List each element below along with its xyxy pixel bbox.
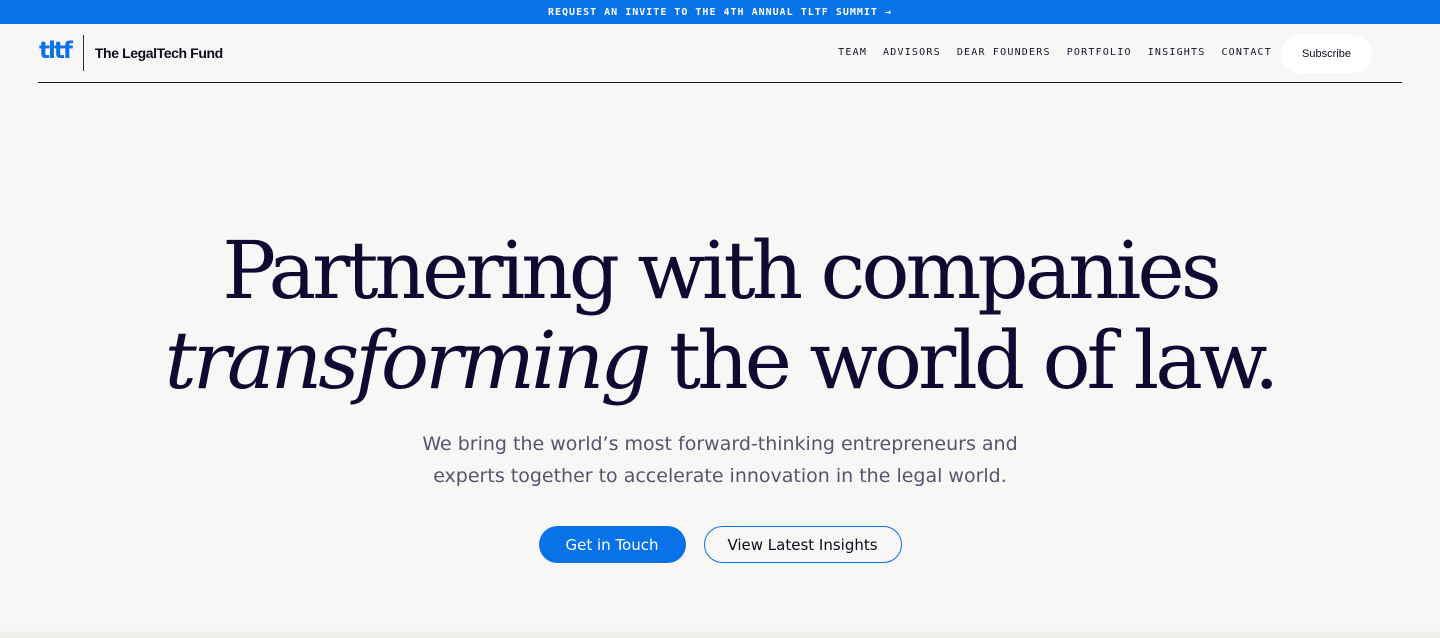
nav-item-team[interactable]: TEAM: [838, 47, 867, 58]
site-header: tltf The LegalTech Fund TEAM ADVISORS DE…: [38, 24, 1402, 83]
nav-item-contact[interactable]: CONTACT: [1221, 47, 1272, 58]
tltf-logo-icon: tltf: [39, 38, 73, 64]
headline-line-2-rest: the world of law.: [647, 314, 1279, 407]
section-bottom-edge: [0, 630, 1440, 638]
headline-italic-word: transforming: [164, 314, 652, 407]
brand-name: The LegalTech Fund: [94, 45, 223, 61]
brand-logo-link[interactable]: tltf The LegalTech Fund: [38, 24, 223, 82]
headline-line-2: transforming the world of law.: [0, 316, 1440, 406]
nav-item-dear-founders[interactable]: DEAR FOUNDERS: [957, 47, 1051, 58]
brand-divider: [82, 35, 84, 71]
hero-headline: Partnering with companies transforming t…: [0, 226, 1440, 406]
nav-item-portfolio[interactable]: PORTFOLIO: [1067, 47, 1132, 58]
headline-line-1: Partnering with companies: [222, 224, 1222, 317]
nav-item-advisors[interactable]: ADVISORS: [883, 47, 941, 58]
subscribe-button[interactable]: Subscribe: [1281, 35, 1372, 73]
get-in-touch-button[interactable]: Get in Touch: [538, 526, 686, 563]
hero-cta-row: Get in Touch View Latest Insights: [0, 526, 1440, 563]
nav-item-insights[interactable]: INSIGHTS: [1148, 47, 1206, 58]
hero-subtext: We bring the world’s most forward-thinki…: [422, 433, 1018, 487]
main-nav: TEAM ADVISORS DEAR FOUNDERS PORTFOLIO IN…: [838, 23, 1402, 81]
announcement-text: REQUEST AN INVITE TO THE 4TH ANNUAL TLTF…: [547, 6, 892, 18]
announcement-banner-link[interactable]: REQUEST AN INVITE TO THE 4TH ANNUAL TLTF…: [0, 0, 1440, 24]
hero-section: Partnering with companies transforming t…: [0, 226, 1440, 563]
view-latest-insights-button[interactable]: View Latest Insights: [703, 526, 902, 563]
